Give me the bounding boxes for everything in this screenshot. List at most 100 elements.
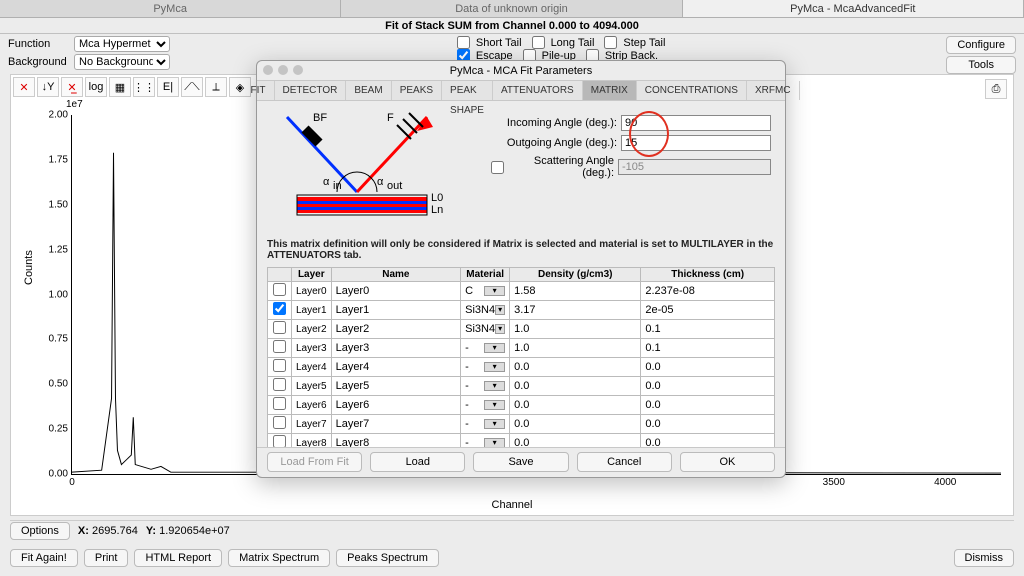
layer-enable-check[interactable] [273,340,286,353]
table-row: Layer7 -▾ [268,415,775,434]
print-icon[interactable]: ⎙ [985,79,1007,99]
layer-name-input[interactable] [336,285,457,297]
points-icon[interactable]: ⋮⋮ [133,77,155,97]
window-controls[interactable] [263,65,303,75]
layer-enable-check[interactable] [273,397,286,410]
reset-xzoom-icon[interactable]: ✕̲ [61,77,83,97]
tab-peaks[interactable]: PEAKS [392,81,442,100]
outgoing-angle-label: Outgoing Angle (deg.): [491,137,621,149]
geometry-diagram: BF F αin αout L0 Ln [267,107,467,227]
layer-name-input[interactable] [336,342,457,354]
check-steptail[interactable] [604,36,617,49]
tab-beam[interactable]: BEAM [346,81,391,100]
material-dropdown[interactable]: ▾ [484,438,505,447]
thickness-input[interactable] [645,437,770,447]
flip-y-icon[interactable]: ↓Y [37,77,59,97]
layer-enable-check[interactable] [273,321,286,334]
fit-again--button[interactable]: Fit Again! [10,549,78,567]
roi-icon[interactable]: ⟂ [205,77,227,97]
function-label: Function [8,38,68,50]
layer-name-input[interactable] [336,437,457,447]
tab-xrfmc[interactable]: XRFMC [747,81,800,100]
material-dropdown[interactable]: ▾ [484,400,505,410]
material-dropdown[interactable]: ▾ [495,305,505,315]
matrix-spectrum-button[interactable]: Matrix Spectrum [228,549,330,567]
density-input[interactable] [514,285,636,297]
thickness-input[interactable] [645,304,770,316]
ok-button[interactable]: OK [680,452,775,472]
tab-detector[interactable]: DETECTOR [275,81,347,100]
thickness-input[interactable] [645,285,770,297]
material-dropdown[interactable]: ▾ [484,362,505,372]
thickness-input[interactable] [645,418,770,430]
print-button[interactable]: Print [84,549,129,567]
material-dropdown[interactable]: ▾ [484,343,505,353]
material-dropdown[interactable]: ▾ [484,286,505,296]
layer-name-input[interactable] [336,361,457,373]
log-icon[interactable]: log [85,77,107,97]
background-select[interactable]: No Background [74,54,170,70]
save-button[interactable]: Save [473,452,568,472]
density-input[interactable] [514,399,636,411]
load-from-fit-button[interactable]: Load From Fit [267,452,362,472]
density-input[interactable] [514,437,636,447]
layer-enable-check[interactable] [273,302,286,315]
tools-button[interactable]: Tools [946,56,1016,74]
html-report-button[interactable]: HTML Report [134,549,222,567]
tab-data[interactable]: Data of unknown origin [341,0,682,17]
thickness-input[interactable] [645,380,770,392]
tab-peak-shape[interactable]: PEAK SHAPE [442,81,493,100]
layer-enable-check[interactable] [273,359,286,372]
load-button[interactable]: Load [370,452,465,472]
dismiss-button[interactable]: Dismiss [954,549,1015,567]
density-input[interactable] [514,418,636,430]
density-input[interactable] [514,361,636,373]
layer-enable-check[interactable] [273,416,286,429]
tab-attenuators[interactable]: ATTENUATORS [493,81,583,100]
density-input[interactable] [514,304,636,316]
layer-name-input[interactable] [336,399,457,411]
scattering-angle-check[interactable] [491,161,504,174]
fit-icon[interactable]: ⟋⟍ [181,77,203,97]
thickness-input[interactable] [645,399,770,411]
check-longtail[interactable] [532,36,545,49]
thickness-input[interactable] [645,342,770,354]
grid-icon[interactable]: ▦ [109,77,131,97]
layer-name-input[interactable] [336,323,457,335]
density-input[interactable] [514,323,636,335]
material-dropdown[interactable]: ▾ [484,381,505,391]
density-input[interactable] [514,380,636,392]
options-button[interactable]: Options [10,522,70,540]
function-select[interactable]: Mca Hypermet [74,36,170,52]
layer-name-input[interactable] [336,418,457,430]
peaks-spectrum-button[interactable]: Peaks Spectrum [336,549,439,567]
density-input[interactable] [514,342,636,354]
outgoing-angle-input[interactable] [621,135,771,151]
table-row: Layer1 Si3N4▾ [268,301,775,320]
scattering-angle-input [618,159,771,175]
layer-enable-check[interactable] [273,283,286,296]
cursor-y-label: Y: 1.920654e+07 [146,525,230,537]
reset-x-icon[interactable]: ✕ [13,77,35,97]
tab-concentrations[interactable]: CONCENTRATIONS [637,81,747,100]
energy-icon[interactable]: E| [157,77,179,97]
configure-button[interactable]: Configure [946,36,1016,54]
tab-advancedfit[interactable]: PyMca - McaAdvancedFit [683,0,1024,17]
layer-enable-check[interactable] [273,378,286,391]
cancel-button[interactable]: Cancel [577,452,672,472]
material-dropdown[interactable]: ▾ [495,324,505,334]
incoming-angle-input[interactable] [621,115,771,131]
fit-title: Fit of Stack SUM from Channel 0.000 to 4… [0,18,1024,34]
thickness-input[interactable] [645,361,770,373]
layer-name-input[interactable] [336,380,457,392]
tab-fit[interactable]: FIT [243,81,275,100]
ytick: 0.50 [32,379,68,390]
layer-enable-check[interactable] [273,435,286,447]
check-shorttail[interactable] [457,36,470,49]
material-dropdown[interactable]: ▾ [484,419,505,429]
ytick: 0.00 [32,469,68,480]
tab-matrix[interactable]: MATRIX [583,81,637,100]
thickness-input[interactable] [645,323,770,335]
layer-name-input[interactable] [336,304,457,316]
tab-pymca[interactable]: PyMca [0,0,341,17]
